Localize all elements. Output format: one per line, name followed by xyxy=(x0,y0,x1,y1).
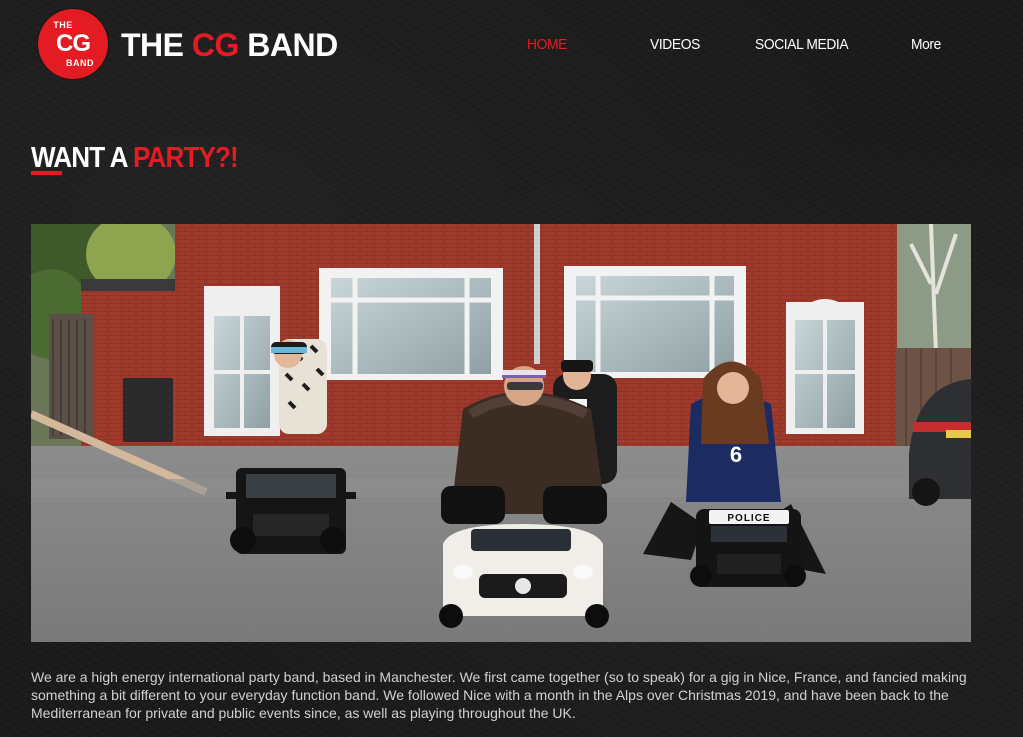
logo-badge-bottom-text: BAND xyxy=(66,58,94,68)
intro-paragraph: We are a high energy international party… xyxy=(31,669,967,721)
nav-item-home[interactable]: HOME xyxy=(527,36,567,53)
tree-right xyxy=(891,224,971,355)
nav-item-more[interactable]: More xyxy=(911,36,941,53)
police-label: POLICE xyxy=(727,513,770,524)
nav-item-social-media[interactable]: SOCIAL MEDIA xyxy=(755,36,849,53)
headline-accent: PARTY?! xyxy=(132,142,239,174)
headline-prefix: WANT A xyxy=(31,142,133,174)
main-nav: HOME VIDEOS SOCIAL MEDIA More xyxy=(0,36,1023,58)
headline-underline xyxy=(31,171,62,175)
nav-item-videos[interactable]: VIDEOS xyxy=(650,36,700,53)
page-headline: WANT A PARTY?! xyxy=(31,141,239,175)
logo-badge-top-text: THE xyxy=(53,20,73,30)
hero-photo: 6 POLICE xyxy=(31,224,971,642)
jersey-number: 6 xyxy=(730,442,742,467)
